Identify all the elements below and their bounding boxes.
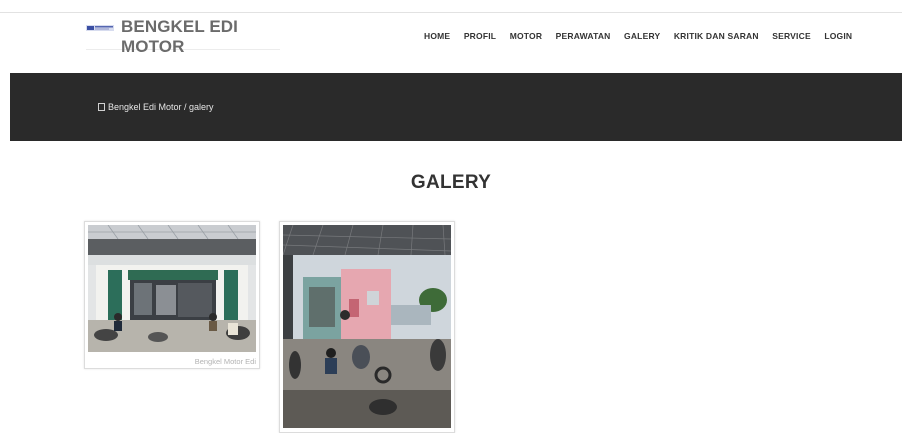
nav-item-perawatan[interactable]: PERAWATAN — [556, 31, 611, 41]
gallery-item[interactable] — [279, 221, 455, 433]
page-title: GALERY — [410, 172, 492, 193]
nav-item-kritik-dan-saran[interactable]: KRITIK DAN SARAN — [674, 31, 759, 41]
top-divider — [0, 12, 902, 13]
breadcrumb-text[interactable]: Bengkel Edi Motor / galery — [108, 102, 214, 112]
site-logo — [86, 25, 114, 31]
nav-item-motor[interactable]: MOTOR — [510, 31, 542, 41]
gallery-photo-workshop-yard[interactable] — [283, 225, 451, 428]
nav-item-galery[interactable]: GALERY — [624, 31, 660, 41]
home-icon[interactable] — [98, 103, 105, 111]
breadcrumb-banner: Bengkel Edi Motor / galery — [10, 73, 902, 141]
nav-item-login[interactable]: LOGIN — [824, 31, 852, 41]
nav-item-profil[interactable]: PROFIL — [464, 31, 496, 41]
main-nav: HOME PROFIL MOTOR PERAWATAN GALERY KRITIK DAN… — [424, 31, 866, 41]
breadcrumb: Bengkel Edi Motor / galery — [98, 102, 214, 112]
nav-item-service[interactable]: SERVICE — [772, 31, 811, 41]
gallery-photo-workshop-front[interactable] — [88, 225, 256, 352]
site-title[interactable]: BENGKEL EDI MOTOR — [121, 17, 280, 57]
gallery-item[interactable]: Bengkel Motor Edi — [84, 221, 260, 369]
nav-item-home[interactable]: HOME — [424, 31, 450, 41]
gallery-caption: Bengkel Motor Edi — [194, 357, 256, 366]
site-brand[interactable]: BENGKEL EDI MOTOR — [86, 16, 280, 56]
